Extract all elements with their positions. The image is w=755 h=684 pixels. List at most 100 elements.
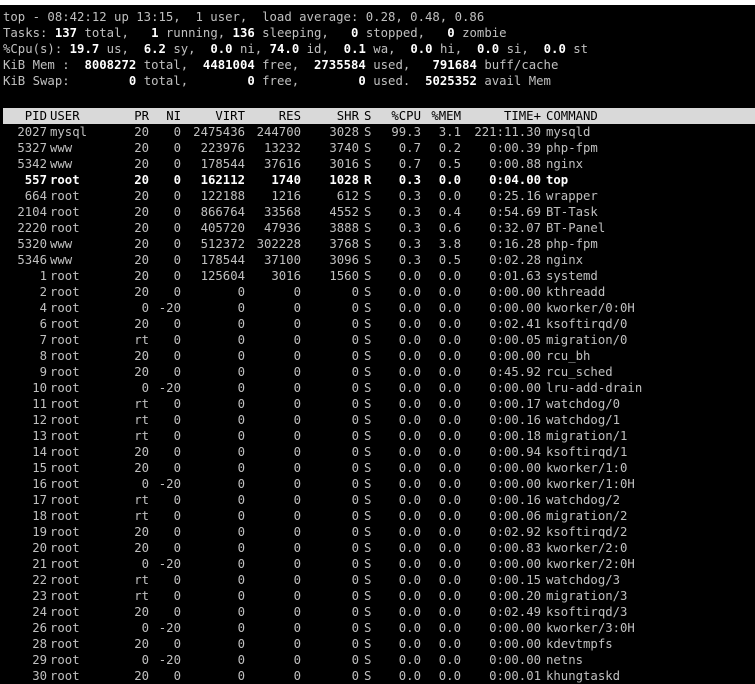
- mem-line: KiB Mem : 8008272 total, 4481004 free, 2…: [3, 57, 753, 73]
- state-cell: S: [364, 381, 372, 395]
- swap-used: 0: [358, 74, 366, 88]
- user-cell: root: [50, 605, 80, 619]
- user-cell: root: [50, 461, 80, 475]
- cpu-id-label: id,: [306, 42, 329, 56]
- command-cell: watchdog/1: [546, 413, 621, 427]
- time-cell: 0:00.16: [489, 493, 541, 507]
- cpu-cell: 0.0: [398, 301, 421, 315]
- pid-cell: 23: [32, 589, 47, 603]
- priority-cell: 20: [134, 349, 149, 363]
- cpu-wa-label: wa,: [373, 42, 396, 56]
- pid-cell: 28: [32, 637, 47, 651]
- tasks-line: Tasks: 137 total, 1 running, 136 sleepin…: [3, 25, 753, 41]
- mem-cell: 0.0: [438, 285, 461, 299]
- user-cell: root: [50, 285, 80, 299]
- virt-cell: 0: [237, 653, 245, 667]
- res-cell: 302228: [256, 237, 301, 251]
- res-cell: 1216: [271, 189, 301, 203]
- res-cell: 0: [293, 653, 301, 667]
- virt-cell: 0: [237, 557, 245, 571]
- mem-buff: 791684: [432, 58, 477, 72]
- user-cell: www: [50, 253, 73, 267]
- state-cell: S: [364, 653, 372, 667]
- state-cell: S: [364, 349, 372, 363]
- cpu-cell: 0.0: [398, 461, 421, 475]
- user-cell: root: [50, 541, 80, 555]
- user-cell: root: [50, 557, 80, 571]
- priority-cell: 20: [134, 605, 149, 619]
- table-row: 10 root 0 -20 0 0 0 S 0.0 0.0 0:00.00 lru-add-drain: [3, 380, 755, 396]
- time-cell: 0:00.15: [489, 573, 541, 587]
- pid-cell: 14: [32, 445, 47, 459]
- state-cell: S: [364, 525, 372, 539]
- shr-cell: 0: [351, 317, 359, 331]
- shr-cell: 0: [351, 509, 359, 523]
- priority-cell: 20: [134, 525, 149, 539]
- virt-cell: 866764: [200, 205, 245, 219]
- nice-cell: 0: [173, 637, 181, 651]
- nice-cell: 0: [173, 461, 181, 475]
- pid-cell: 8: [39, 349, 47, 363]
- time-cell: 0:32.07: [489, 221, 541, 235]
- virt-cell: 0: [237, 317, 245, 331]
- virt-cell: 162112: [200, 173, 245, 187]
- time-cell: 221:11.30: [474, 125, 541, 139]
- nice-cell: 0: [173, 189, 181, 203]
- pid-cell: 13: [32, 429, 47, 443]
- mem-cell: 0.0: [438, 173, 461, 187]
- table-row: 4 root 0 -20 0 0 0 S 0.0 0.0 0:00.00 kworker/0:0H: [3, 300, 755, 316]
- mem-cell: 0.0: [438, 397, 461, 411]
- mem-cell: 0.0: [438, 477, 461, 491]
- user-cell: root: [50, 301, 80, 315]
- cpu-cell: 0.0: [398, 477, 421, 491]
- time-cell: 0:54.69: [489, 205, 541, 219]
- virt-cell: 0: [237, 285, 245, 299]
- mem-cell: 0.0: [438, 301, 461, 315]
- shr-cell: 3768: [329, 237, 359, 251]
- priority-cell: rt: [134, 333, 149, 347]
- priority-cell: 20: [134, 541, 149, 555]
- tasks-sleeping-label: sleeping,: [262, 26, 329, 40]
- state-cell: S: [364, 541, 372, 555]
- res-cell: 37616: [263, 157, 301, 171]
- process-table-header: PID USER PR NI VIRT RES SHR S %CPU %MEM …: [3, 108, 755, 124]
- pid-cell: 16: [32, 477, 47, 491]
- cpu-cell: 0.7: [398, 157, 421, 171]
- table-row: 18 root rt 0 0 0 0 S 0.0 0.0 0:00.06 migration/2: [3, 508, 755, 524]
- user-cell: www: [50, 157, 73, 171]
- table-row: 16 root 0 -20 0 0 0 S 0.0 0.0 0:00.00 kworker/1:0H: [3, 476, 755, 492]
- shr-cell: 0: [351, 429, 359, 443]
- column-header-user: USER: [50, 109, 80, 123]
- pid-cell: 30: [32, 669, 47, 683]
- res-cell: 0: [293, 605, 301, 619]
- pid-cell: 557: [24, 173, 47, 187]
- cpu-cell: 0.3: [398, 253, 421, 267]
- mem-cell: 0.0: [438, 541, 461, 555]
- cpu-cell: 0.3: [398, 221, 421, 235]
- priority-cell: 0: [141, 621, 149, 635]
- cpu-si-label: si,: [506, 42, 529, 56]
- table-row: 1 root 20 0 125604 3016 1560 S 0.0 0.0 0:01.63 syst…: [3, 268, 755, 284]
- virt-cell: 0: [237, 589, 245, 603]
- nice-cell: 0: [173, 317, 181, 331]
- command-cell: nginx: [546, 157, 584, 171]
- priority-cell: rt: [134, 429, 149, 443]
- virt-cell: 0: [237, 621, 245, 635]
- table-row: 6 root 20 0 0 0 0 S 0.0 0.0 0:02.41 ksoftirqd/0: [3, 316, 755, 332]
- user-cell: root: [50, 525, 80, 539]
- virt-cell: 178544: [200, 157, 245, 171]
- command-cell: BT-Task: [546, 205, 598, 219]
- virt-cell: 405720: [200, 221, 245, 235]
- nice-cell: -20: [158, 653, 181, 667]
- mem-cell: 0.0: [438, 669, 461, 683]
- shr-cell: 0: [351, 621, 359, 635]
- nice-cell: 0: [173, 205, 181, 219]
- priority-cell: 20: [134, 285, 149, 299]
- shr-cell: 0: [351, 413, 359, 427]
- pid-cell: 7: [39, 333, 47, 347]
- res-cell: 0: [293, 381, 301, 395]
- shr-cell: 612: [336, 189, 359, 203]
- shr-cell: 0: [351, 301, 359, 315]
- res-cell: 0: [293, 509, 301, 523]
- res-cell: 0: [293, 285, 301, 299]
